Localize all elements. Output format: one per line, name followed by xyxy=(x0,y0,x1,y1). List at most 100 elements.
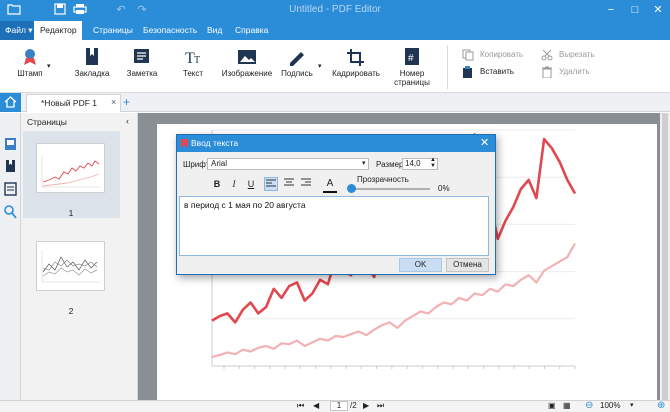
menu-view[interactable]: Вид xyxy=(201,21,228,40)
signature-dropdown-icon[interactable]: ▾ xyxy=(318,62,322,70)
menu-editor[interactable]: Редактор xyxy=(34,21,82,40)
dialog-title: Ввод текста xyxy=(177,135,495,152)
opacity-value: 0% xyxy=(438,184,450,193)
open-folder-icon[interactable] xyxy=(6,3,22,18)
first-page-icon[interactable]: ⏮ xyxy=(297,400,304,412)
side-tool-strip xyxy=(0,113,21,400)
stamp-dropdown-icon[interactable]: ▾ xyxy=(47,62,51,70)
page-number-button[interactable]: # Номер страницы xyxy=(386,44,438,90)
paste-button[interactable]: Вставить xyxy=(462,65,514,79)
close-window-icon[interactable]: ✕ xyxy=(647,2,669,18)
cut-button[interactable]: Вырезать xyxy=(541,48,595,62)
window-title: Untitled - PDF Editor xyxy=(289,4,381,15)
text-color-button[interactable]: A xyxy=(323,177,337,193)
page-number-input[interactable]: 1 xyxy=(330,401,348,411)
font-label: Шрифт xyxy=(183,160,210,169)
note-button[interactable]: Заметка xyxy=(116,44,168,90)
next-page-icon[interactable]: ▶ xyxy=(363,400,369,412)
page-total: /2 xyxy=(350,401,357,410)
bookmarks-panel-icon[interactable] xyxy=(4,159,17,173)
crop-icon xyxy=(347,49,364,66)
svg-text:T: T xyxy=(194,55,200,66)
grid-view-icon[interactable]: ▦ xyxy=(563,400,571,412)
align-center-button[interactable] xyxy=(282,177,296,191)
cancel-button[interactable]: Отмена xyxy=(446,258,489,272)
undo-icon[interactable]: ↶ xyxy=(113,3,129,18)
bold-button[interactable]: B xyxy=(210,177,224,191)
menu-help[interactable]: Справка xyxy=(229,21,274,40)
stamp-button[interactable]: Штамп xyxy=(10,44,50,90)
print-icon[interactable] xyxy=(72,3,88,18)
vertical-scrollbar[interactable] xyxy=(660,113,670,400)
note-icon xyxy=(134,49,149,63)
text-icon: TT xyxy=(185,50,200,66)
align-right-icon xyxy=(301,178,311,186)
tab-document[interactable]: *Новый PDF 1 xyxy=(26,94,121,112)
collapse-panel-icon[interactable]: ‹ xyxy=(126,116,129,126)
font-select[interactable]: Arial xyxy=(207,158,369,170)
paste-icon xyxy=(463,65,472,78)
delete-button[interactable]: Удалить xyxy=(541,65,590,79)
chevron-down-icon[interactable]: ▾ xyxy=(362,159,366,167)
page-thumbnail-2[interactable] xyxy=(36,241,105,291)
size-label: Размер xyxy=(376,160,404,169)
maximize-icon[interactable]: □ xyxy=(624,2,646,18)
home-button[interactable] xyxy=(0,93,21,112)
image-button[interactable]: Изображение xyxy=(221,44,273,90)
crop-button[interactable]: Кадрировать xyxy=(330,44,382,90)
scissors-icon xyxy=(541,49,553,61)
home-icon xyxy=(4,96,17,108)
zoom-out-icon[interactable]: ⊖ xyxy=(585,400,593,412)
signature-button[interactable]: Подпись xyxy=(276,44,318,90)
menu-security[interactable]: Безопасность xyxy=(137,21,203,40)
italic-button[interactable]: I xyxy=(227,177,241,191)
size-spinner-icon[interactable]: ▲ ▼ xyxy=(430,157,436,169)
svg-text:#: # xyxy=(408,53,414,64)
align-left-button[interactable] xyxy=(264,177,278,191)
menu-pages[interactable]: Страницы xyxy=(87,21,139,40)
prev-page-icon[interactable]: ◀ xyxy=(313,400,319,412)
pages-panel-icon[interactable] xyxy=(4,137,17,151)
image-icon xyxy=(238,50,256,64)
page-number-label-1: 1 xyxy=(68,208,74,218)
new-tab-icon[interactable]: + xyxy=(123,95,130,109)
align-right-button[interactable] xyxy=(299,177,313,191)
ribbon-divider xyxy=(447,45,448,89)
thumbnail-chart xyxy=(41,156,100,188)
dialog-close-icon[interactable]: ✕ xyxy=(480,135,489,152)
app-logo-icon xyxy=(181,139,188,148)
trash-icon xyxy=(542,66,552,78)
search-icon[interactable] xyxy=(4,205,17,219)
minimize-icon[interactable]: − xyxy=(600,2,622,18)
stamp-icon xyxy=(24,49,36,65)
zoom-dropdown-icon[interactable]: ▾ xyxy=(630,400,634,412)
last-page-icon[interactable]: ⏭ xyxy=(377,400,384,412)
align-center-icon xyxy=(284,178,294,186)
text-input-area[interactable]: в период с 1 мая по 20 августа xyxy=(179,196,489,256)
text-button[interactable]: TT Текст xyxy=(167,44,219,90)
thumbnail-chart-2 xyxy=(41,250,100,283)
comments-panel-icon[interactable] xyxy=(4,182,17,196)
ok-button[interactable]: OK xyxy=(399,258,442,272)
color-swatch xyxy=(323,191,337,193)
copy-button[interactable]: Копировать xyxy=(462,48,523,62)
redo-icon[interactable]: ↷ xyxy=(134,3,150,18)
opacity-slider-track[interactable] xyxy=(352,188,430,190)
underline-button[interactable]: U xyxy=(244,177,258,191)
pages-panel-title: Страницы xyxy=(27,117,67,127)
zoom-level[interactable]: 100% xyxy=(600,400,620,412)
page-number-label-2: 2 xyxy=(68,306,74,316)
zoom-in-icon[interactable]: ⊕ xyxy=(657,400,665,412)
menu-file[interactable]: Файл ▾ xyxy=(0,21,38,40)
save-icon[interactable] xyxy=(52,3,68,18)
page-number-icon: # xyxy=(405,48,419,65)
opacity-slider-thumb[interactable] xyxy=(347,184,356,193)
align-left-icon xyxy=(266,179,276,187)
page-thumbnail-1[interactable] xyxy=(36,143,105,193)
copy-icon xyxy=(462,49,474,61)
single-page-view-icon[interactable]: ▣ xyxy=(548,400,556,412)
tab-close-icon[interactable]: × xyxy=(111,97,116,107)
bookmark-button[interactable]: Закладка xyxy=(66,44,118,90)
bookmark-icon xyxy=(86,48,98,65)
signature-icon xyxy=(290,52,304,66)
